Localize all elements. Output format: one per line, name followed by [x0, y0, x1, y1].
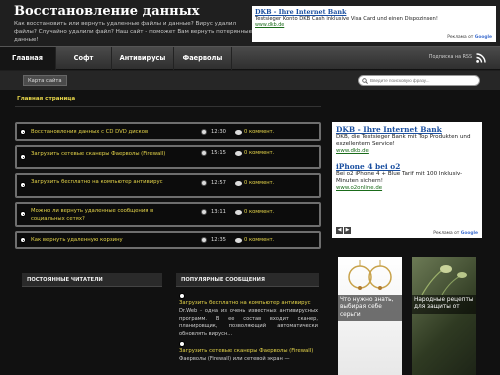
side-ad-text-1: DKB, die Testsieger Bank mit Top Produkt…	[336, 134, 471, 147]
search-input[interactable]	[370, 76, 478, 85]
earrings-image	[348, 260, 392, 290]
post-time: 12:30	[211, 129, 226, 135]
ad-footer-prefix: Реклама от	[433, 231, 460, 236]
sitemap-button[interactable]: Карта сайта	[23, 75, 67, 86]
post-title[interactable]: Восстановления данных с CD DVD дисков	[31, 128, 185, 136]
ad-footer-prefix: Реклама от	[447, 35, 474, 40]
clock-icon	[201, 129, 207, 135]
clock-icon	[201, 150, 207, 156]
ad-carousel-nav: ◀ ▶	[336, 216, 352, 235]
comment-icon	[235, 130, 242, 135]
clock-icon	[201, 180, 207, 186]
post-row[interactable]: Как вернуть удаленную корзину 12:35 0 ко…	[15, 231, 321, 249]
clock-icon	[201, 237, 207, 243]
plant-thumbnail[interactable]: Народные рецепты для защиты от	[412, 257, 476, 375]
rss-subscribe-link[interactable]: Подписка на RSS	[429, 55, 472, 60]
sub-toolbar: Карта сайта	[0, 71, 500, 90]
thumbnail-caption[interactable]: Народные рецепты для защиты от	[412, 295, 476, 314]
post-row[interactable]: Загрузить бесплатно на компьютер антивир…	[15, 173, 321, 198]
popular-post-link[interactable]: Загрузить бесплатно на компьютер антивир…	[179, 300, 318, 306]
top-ad-url[interactable]: www.dkb.de	[255, 23, 493, 28]
post-title[interactable]: Можно ли вернуть удаленные сообщения в с…	[31, 207, 185, 223]
earrings-thumbnail[interactable]: Что нужно знать, выбирая себе серьги	[338, 257, 402, 375]
site-title[interactable]: Восстановление данных	[14, 4, 199, 19]
top-ad-banner[interactable]: DKB - Ihre Internet Bank Testsieger Kont…	[252, 6, 496, 42]
site-header: Восстановление данных Как восстановить и…	[0, 0, 500, 46]
side-ad-footer: Реклама от Google	[433, 231, 478, 236]
post-title[interactable]: Загрузить сетевые сканеры Фаерволы (Fire…	[31, 150, 185, 158]
plant-image	[421, 265, 467, 296]
prev-arrow-icon[interactable]: ◀	[336, 227, 343, 234]
main-nav: Главная Софт Антивирусы Фаерволы Подписк…	[0, 46, 500, 70]
bullet-icon	[20, 154, 26, 160]
bullet-icon	[179, 293, 185, 299]
nav-item-firewalls[interactable]: Фаерволы	[174, 47, 232, 70]
comment-icon	[235, 238, 242, 243]
post-time: 12:57	[211, 180, 226, 186]
google-logo: Google	[474, 35, 492, 40]
side-ad-title-2[interactable]: iPhone 4 bei o2	[336, 162, 478, 171]
bullet-icon	[20, 211, 26, 217]
top-ad-footer: Реклама от Google	[447, 35, 492, 40]
post-comments-link[interactable]: 0 коммент.	[244, 180, 274, 186]
post-comments-link[interactable]: 0 коммент.	[244, 150, 274, 156]
search-box[interactable]	[358, 75, 480, 86]
post-row[interactable]: Можно ли вернуть удаленные сообщения в с…	[15, 202, 321, 227]
post-time: 15:15	[211, 150, 226, 156]
bullet-icon	[179, 341, 185, 348]
popular-post-excerpt: Dr.Web - одна из очень известных антивир…	[179, 308, 318, 337]
post-row[interactable]: Восстановления данных с CD DVD дисков 12…	[15, 122, 321, 141]
bullet-icon	[20, 237, 26, 243]
popular-post-excerpt: Фаерволы (Firewall) или сетевой экран —	[179, 356, 290, 363]
side-ad-url-2[interactable]: www.o2online.de	[336, 185, 478, 191]
post-time: 13:11	[211, 209, 226, 215]
top-ad-title[interactable]: DKB - Ihre Internet Bank	[255, 8, 493, 16]
google-logo: Google	[460, 231, 478, 236]
side-ad-title-1[interactable]: DKB - Ihre Internet Bank	[336, 125, 478, 134]
post-title[interactable]: Загрузить бесплатно на компьютер антивир…	[31, 178, 185, 186]
clock-icon	[201, 209, 207, 215]
thumbnail-caption[interactable]: Что нужно знать, выбирая себе серьги	[338, 295, 402, 322]
side-ad-text-2: Bei o2 iPhone 4 + Blue Tarif mit 100 Ink…	[336, 171, 463, 184]
nav-item-soft[interactable]: Софт	[56, 47, 112, 70]
comment-icon	[235, 181, 242, 186]
search-icon	[362, 78, 368, 84]
post-comments-link[interactable]: 0 коммент.	[244, 209, 274, 215]
popular-posts-list: Загрузить бесплатно на компьютер антивир…	[179, 293, 318, 367]
breadcrumb[interactable]: Главная страница	[17, 96, 75, 102]
post-row[interactable]: Загрузить сетевые сканеры Фаерволы (Fire…	[15, 145, 321, 169]
site-description: Как восстановить или вернуть удаленные ф…	[14, 21, 253, 43]
next-arrow-icon[interactable]: ▶	[344, 227, 351, 234]
nav-item-home[interactable]: Главная	[0, 47, 56, 70]
rss-icon[interactable]	[476, 53, 486, 63]
popular-post-link[interactable]: Загрузить сетевые сканеры Фаерволы (Fire…	[179, 348, 318, 354]
nav-item-antivirus[interactable]: Антивирусы	[112, 47, 174, 70]
popular-posts-title: ПОПУЛЯРНЫЕ СООБЩЕНИЯ	[176, 273, 319, 287]
post-time: 12:35	[211, 237, 226, 243]
bullet-icon	[20, 182, 26, 188]
divider	[15, 106, 321, 107]
comment-icon	[235, 210, 242, 215]
followers-widget-title: ПОСТОЯННЫЕ ЧИТАТЕЛИ	[22, 273, 162, 287]
bullet-icon	[20, 129, 26, 135]
post-comments-link[interactable]: 0 коммент.	[244, 129, 274, 135]
post-title[interactable]: Как вернуть удаленную корзину	[31, 236, 185, 244]
side-ad-banner[interactable]: DKB - Ihre Internet Bank DKB, die Testsi…	[332, 122, 482, 238]
post-comments-link[interactable]: 0 коммент.	[244, 237, 274, 243]
comment-icon	[235, 151, 242, 156]
